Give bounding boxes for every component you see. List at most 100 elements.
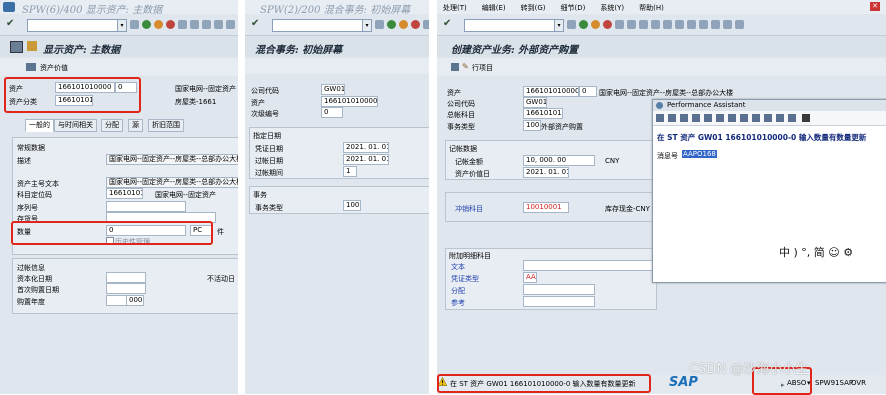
offset-account-field[interactable]: 10010001 (523, 202, 569, 213)
posting-period-field[interactable]: 1 (343, 166, 357, 177)
link-icon[interactable] (740, 114, 748, 122)
back-icon[interactable] (579, 20, 588, 29)
window-title: SPW(6)/400 显示资产: 主数据 (22, 5, 163, 16)
find-icon[interactable] (716, 114, 724, 122)
menu-process[interactable]: 处理(T) (443, 4, 467, 12)
menu-goto[interactable]: 转到(G) (521, 4, 546, 12)
layout-icon[interactable] (735, 20, 744, 29)
note-icon[interactable] (776, 114, 784, 122)
save-icon[interactable] (375, 20, 384, 29)
posting-date-field[interactable]: 2021. 01. 01 (343, 154, 389, 165)
message-number-value[interactable]: AAPO168 (682, 150, 717, 158)
enter-check-icon[interactable]: ✔ (251, 18, 262, 29)
acquisition-period-field[interactable]: 000 (126, 295, 144, 306)
cancel-icon[interactable] (411, 20, 420, 29)
close-icon[interactable]: ✕ (870, 2, 880, 11)
find-icon[interactable] (627, 20, 636, 29)
find-next-icon[interactable] (202, 20, 211, 29)
print-icon[interactable] (178, 20, 187, 29)
document-date-field[interactable]: 2021. 01. 01 (343, 142, 389, 153)
enter-check-icon[interactable]: ✔ (6, 18, 17, 29)
cancel-icon[interactable] (166, 20, 175, 29)
main-text-field[interactable]: 国家电网--固定资产--房屋类--总部办公大楼 (106, 177, 238, 188)
assignment-field[interactable] (523, 284, 595, 295)
menu-system[interactable]: 系统(Y) (600, 4, 624, 12)
cancel-icon[interactable] (603, 20, 612, 29)
print-icon[interactable] (615, 20, 624, 29)
account-determination-field[interactable]: 16610101 (106, 188, 143, 199)
save-icon[interactable] (567, 20, 576, 29)
tab-origin[interactable]: 源 (128, 119, 143, 132)
help-icon[interactable] (723, 20, 732, 29)
first-page-icon[interactable] (651, 20, 660, 29)
gl-account-field[interactable]: 16610101 (523, 108, 563, 119)
find-next-icon[interactable] (639, 20, 648, 29)
exit-icon[interactable] (399, 20, 408, 29)
save-icon[interactable] (130, 20, 139, 29)
tab-allocations[interactable]: 分配 (101, 119, 123, 132)
toc-icon[interactable] (728, 114, 736, 122)
dialog-close-icon[interactable] (802, 114, 810, 122)
nav-back-icon[interactable] (656, 114, 664, 122)
display-change-icon[interactable] (10, 41, 23, 53)
tab-general[interactable]: 一般的 (25, 119, 54, 132)
line-items-button[interactable]: 行项目 (472, 63, 493, 73)
print-icon[interactable] (704, 114, 712, 122)
command-dropdown-icon[interactable]: ▾ (117, 19, 127, 32)
exit-icon[interactable] (154, 20, 163, 29)
amount-field[interactable]: 10, 000. 00 (523, 155, 595, 166)
print-icon[interactable] (423, 20, 429, 29)
back-icon[interactable] (387, 20, 396, 29)
last-page-icon[interactable] (687, 20, 696, 29)
bookmark-icon[interactable] (764, 114, 772, 122)
new-session-icon[interactable] (699, 20, 708, 29)
asset-values-button[interactable]: 资产价值 (40, 63, 68, 73)
doc-icon[interactable] (752, 114, 760, 122)
pencil-icon[interactable]: ✎ (462, 62, 469, 71)
asset-subnumber-field[interactable]: 0 (579, 86, 597, 97)
command-dropdown-icon[interactable]: ▾ (554, 19, 564, 32)
shortcut-icon[interactable] (711, 20, 720, 29)
tab-time-dependent[interactable]: 与时间相关 (54, 119, 97, 132)
capitalization-date-field[interactable] (106, 272, 146, 283)
settings-icon[interactable] (692, 114, 700, 122)
menu-details[interactable]: 细节(D) (561, 4, 586, 12)
ime-toolbar[interactable]: 中 ) °, 简 ☺ ⚙ (779, 244, 853, 260)
window-icon[interactable] (788, 114, 796, 122)
asset-field[interactable]: 166101010000 (523, 86, 579, 97)
reference-field[interactable] (523, 296, 595, 307)
find-icon[interactable] (190, 20, 199, 29)
company-code-field[interactable]: GW01 (321, 84, 345, 95)
technical-info-icon[interactable] (680, 114, 688, 122)
company-code-field[interactable]: GW01 (523, 97, 547, 108)
command-field[interactable] (27, 19, 118, 32)
subnumber-field[interactable]: 0 (321, 107, 343, 118)
value-date-field[interactable]: 2021. 01. 01 (523, 167, 569, 178)
first-acquisition-field[interactable] (106, 283, 146, 294)
prev-page-icon[interactable] (663, 20, 672, 29)
command-dropdown-icon[interactable]: ▾ (362, 19, 372, 32)
command-field[interactable] (464, 19, 555, 32)
prev-page-icon[interactable] (226, 20, 235, 29)
asset-field[interactable]: 166101010000 (321, 96, 378, 107)
command-field[interactable] (272, 19, 363, 32)
asset-values-icon[interactable] (26, 63, 36, 71)
text-field[interactable] (523, 260, 657, 271)
nav-forward-icon[interactable] (668, 114, 676, 122)
overview-icon[interactable] (451, 63, 459, 71)
back-icon[interactable] (142, 20, 151, 29)
serial-number-field[interactable] (106, 201, 186, 212)
transaction-type-field[interactable]: 100 (523, 120, 541, 131)
menu-edit[interactable]: 编辑(E) (482, 4, 506, 12)
enter-check-icon[interactable]: ✔ (443, 18, 454, 29)
tab-depreciation-areas[interactable]: 折旧范围 (148, 119, 184, 132)
description-field[interactable]: 国家电网--固定资产--房屋类--总部办公大楼 (106, 154, 238, 165)
offset-account-label[interactable]: 冲销科目 (455, 204, 483, 214)
document-type-field[interactable]: AA (523, 272, 537, 283)
exit-icon[interactable] (591, 20, 600, 29)
transaction-type-field[interactable]: 100 (343, 200, 361, 211)
next-page-icon[interactable] (675, 20, 684, 29)
acquisition-year-field[interactable] (106, 295, 127, 306)
first-page-icon[interactable] (214, 20, 223, 29)
menu-help[interactable]: 帮助(H) (639, 4, 664, 12)
